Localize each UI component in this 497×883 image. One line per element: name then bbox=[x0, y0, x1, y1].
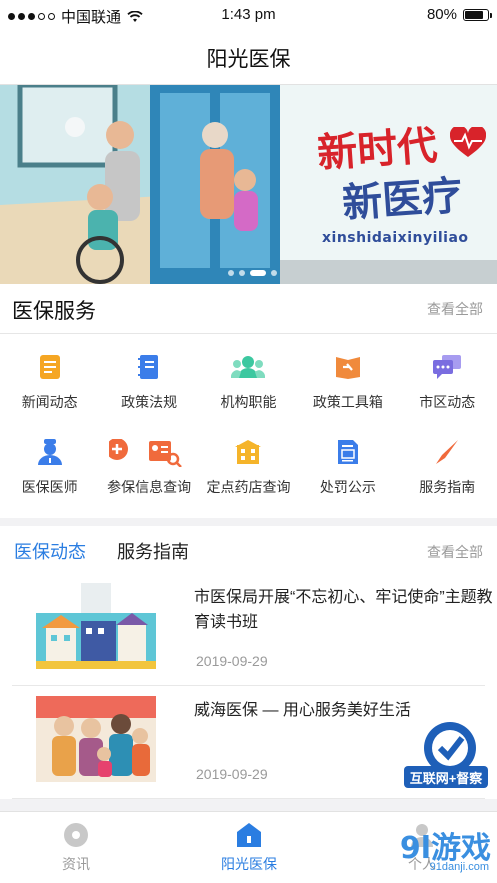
tab-news[interactable]: 资讯 bbox=[16, 822, 136, 874]
banner-carousel[interactable]: 新时代 新医疗 xinshidaixinyiliao bbox=[0, 85, 497, 284]
battery-icon bbox=[463, 8, 492, 21]
penalty-doc-icon bbox=[335, 439, 361, 465]
service-label: 参保信息查询 bbox=[107, 479, 192, 495]
services-header: 医保服务 查看全部 bbox=[0, 284, 497, 334]
building-icon bbox=[235, 439, 262, 465]
carousel-dot[interactable] bbox=[271, 270, 277, 276]
service-district-news[interactable]: 市区动态 bbox=[398, 344, 497, 429]
news-title: 市医保局开展“不忘初心、牢记使命”主题教育读书班 bbox=[194, 589, 493, 631]
chat-icon bbox=[432, 354, 462, 380]
service-label: 政策法规 bbox=[121, 394, 178, 410]
services-grid: 新闻动态 政策法规 机构职能 政策工具箱 市区动态 医保医师 参保信息查询 定点… bbox=[0, 344, 497, 514]
service-label: 定点药店查询 bbox=[206, 479, 291, 495]
service-label: 机构职能 bbox=[220, 394, 277, 410]
service-label: 新闻动态 bbox=[21, 394, 78, 410]
service-label: 政策工具箱 bbox=[312, 394, 383, 410]
services-see-all-link[interactable]: 查看全部 bbox=[427, 299, 483, 319]
service-label: 市区动态 bbox=[419, 394, 476, 410]
compass-icon bbox=[434, 439, 460, 465]
service-news[interactable]: 新闻动态 bbox=[0, 344, 99, 429]
service-toolbox[interactable]: 政策工具箱 bbox=[298, 344, 397, 429]
service-penalty[interactable]: 处罚公示 bbox=[298, 429, 397, 514]
people-icon bbox=[231, 354, 266, 380]
policy-book-icon bbox=[136, 354, 162, 380]
news-circle-icon bbox=[64, 823, 88, 847]
services-section: 医保服务 查看全部 新闻动态 政策法规 机构职能 政策工具箱 市区动态 医保医师… bbox=[0, 284, 497, 518]
status-bar: 中国联通 1:43 pm 80% bbox=[0, 0, 497, 30]
banner-headline-2: 新医疗 bbox=[340, 172, 464, 228]
news-date: 2019-09-29 bbox=[196, 766, 268, 782]
tab-home[interactable]: 阳光医保 bbox=[189, 822, 309, 874]
tab-insurance-news[interactable]: 医保动态 bbox=[14, 538, 86, 564]
police-badge[interactable]: 互联网+督察 bbox=[404, 720, 488, 792]
nav-bar: 阳光医保 bbox=[0, 30, 497, 85]
tab-label: 阳光医保 bbox=[221, 856, 277, 872]
services-title: 医保服务 bbox=[12, 300, 96, 323]
home-icon bbox=[237, 823, 261, 847]
toolbox-icon bbox=[335, 354, 361, 380]
service-label: 服务指南 bbox=[419, 479, 476, 495]
id-card-search-icon bbox=[106, 438, 189, 468]
service-doctor[interactable]: 医保医师 bbox=[0, 429, 99, 514]
service-insurance-query[interactable]: 参保信息查询 bbox=[99, 429, 198, 514]
carousel-indicator[interactable] bbox=[228, 270, 277, 276]
service-guide[interactable]: 服务指南 bbox=[398, 429, 497, 514]
service-pharmacy-query[interactable]: 定点药店查询 bbox=[199, 429, 298, 514]
doctor-icon bbox=[37, 439, 63, 465]
carousel-dot[interactable] bbox=[239, 270, 245, 276]
news-thumbnail bbox=[36, 696, 156, 782]
news-date: 2019-09-29 bbox=[196, 653, 268, 669]
clock: 1:43 pm bbox=[221, 6, 276, 23]
service-policy[interactable]: 政策法规 bbox=[99, 344, 198, 429]
carousel-dot[interactable] bbox=[228, 270, 234, 276]
banner-pinyin: xinshidaixinyiliao bbox=[322, 230, 469, 246]
news-item[interactable]: 市医保局开展“不忘初心、牢记使命”主题教育读书班 2019-09-29 bbox=[12, 573, 493, 686]
service-institution[interactable]: 机构职能 bbox=[199, 344, 298, 429]
service-label: 处罚公示 bbox=[319, 479, 376, 495]
page-title: 阳光医保 bbox=[206, 48, 291, 71]
news-header: 医保动态 服务指南 查看全部 bbox=[0, 526, 497, 573]
carousel-dot[interactable] bbox=[250, 270, 266, 276]
tab-label: 资讯 bbox=[62, 856, 90, 872]
service-label: 医保医师 bbox=[21, 479, 78, 495]
tab-service-guide[interactable]: 服务指南 bbox=[117, 538, 189, 564]
news-see-all-link[interactable]: 查看全部 bbox=[427, 542, 483, 562]
heart-icon bbox=[450, 127, 486, 157]
battery-percent: 80% bbox=[426, 6, 457, 23]
watermark-url: 91danji.com bbox=[429, 861, 489, 873]
police-badge-label: 互联网+督察 bbox=[409, 771, 483, 786]
news-icon bbox=[37, 354, 63, 380]
site-watermark: 9l游戏 91danji.com bbox=[363, 823, 493, 879]
news-thumbnail bbox=[36, 583, 156, 669]
